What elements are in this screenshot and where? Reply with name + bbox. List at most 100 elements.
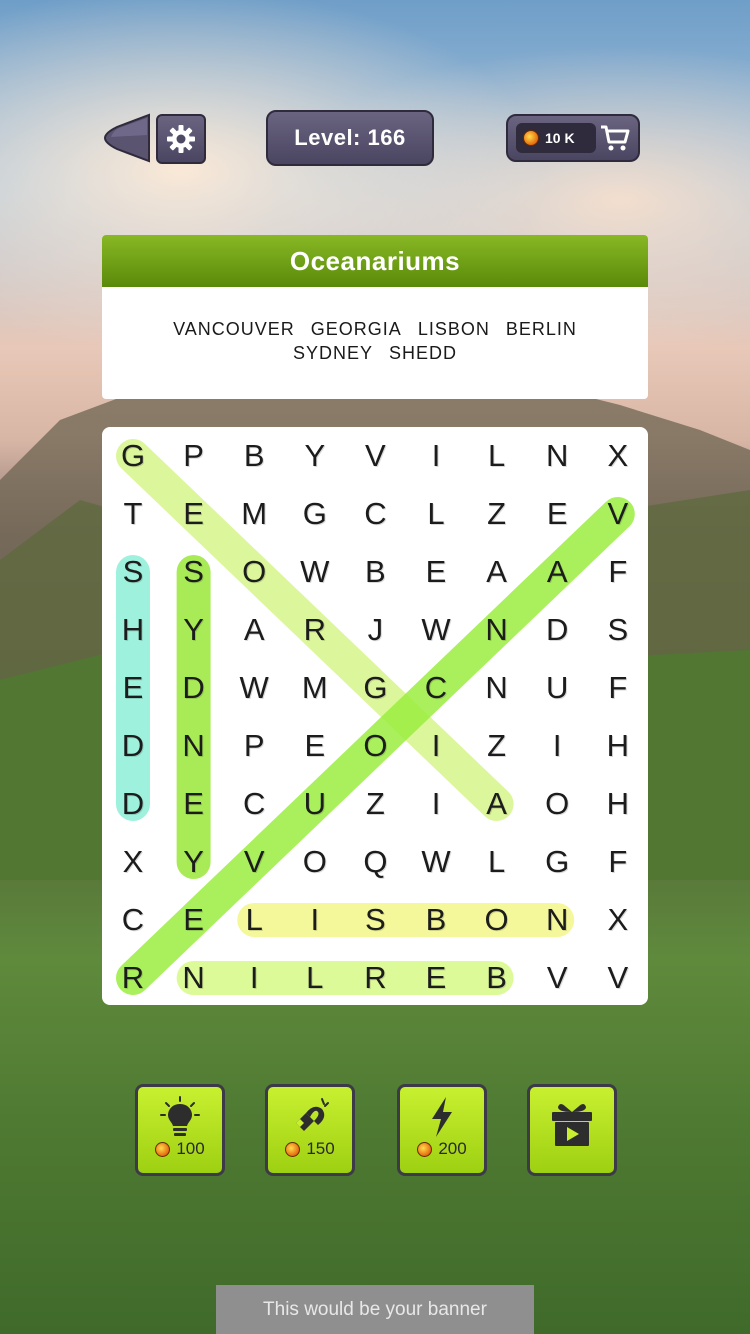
grid-cell[interactable]: D [103, 775, 163, 833]
grid-cell[interactable]: U [285, 775, 345, 833]
grid-cell[interactable]: R [345, 949, 405, 1005]
grid-cell[interactable]: T [103, 485, 163, 543]
letter-grid[interactable]: GPBYVILNXTEMGCLZEVSSOWBEAAFHYARJWNDSEDWM… [102, 427, 648, 1005]
grid-cell[interactable]: Q [345, 833, 405, 891]
grid-cell[interactable]: L [467, 427, 527, 485]
grid-cell[interactable]: V [527, 949, 587, 1005]
grid-cell[interactable]: Z [467, 717, 527, 775]
grid-cell[interactable]: F [588, 833, 648, 891]
grid-cell[interactable]: O [285, 833, 345, 891]
grid-cell[interactable]: M [285, 659, 345, 717]
grid-cell[interactable]: M [224, 485, 284, 543]
grid-cell[interactable]: H [588, 775, 648, 833]
grid-cell[interactable]: Y [164, 601, 224, 659]
ad-banner[interactable]: This would be your banner [216, 1285, 534, 1334]
grid-cell[interactable]: N [164, 949, 224, 1005]
grid-cell[interactable]: C [103, 891, 163, 949]
grid-cell[interactable]: A [224, 601, 284, 659]
grid-cell[interactable]: N [164, 717, 224, 775]
grid-cell[interactable]: F [588, 543, 648, 601]
grid-cell[interactable]: L [467, 833, 527, 891]
grid-cell[interactable]: V [224, 833, 284, 891]
grid-cell[interactable]: Y [164, 833, 224, 891]
grid-cell[interactable]: R [285, 601, 345, 659]
grid-cell[interactable]: I [406, 775, 466, 833]
grid-cell[interactable]: O [467, 891, 527, 949]
grid-cell[interactable]: G [527, 833, 587, 891]
grid-cell[interactable]: C [224, 775, 284, 833]
grid-cell[interactable]: E [285, 717, 345, 775]
grid-cell[interactable]: R [103, 949, 163, 1005]
grid-cell[interactable]: F [588, 659, 648, 717]
grid-cell[interactable]: W [224, 659, 284, 717]
grid-cell[interactable]: G [285, 485, 345, 543]
shopping-cart-icon[interactable] [600, 124, 630, 152]
grid-cell[interactable]: N [467, 601, 527, 659]
grid-cell[interactable]: L [406, 485, 466, 543]
grid-cell[interactable]: C [345, 485, 405, 543]
grid-cell[interactable]: O [224, 543, 284, 601]
grid-cell[interactable]: A [467, 775, 527, 833]
grid-cell[interactable]: I [406, 427, 466, 485]
grid-cell[interactable]: I [406, 717, 466, 775]
video-gift-button[interactable] [527, 1084, 617, 1176]
grid-cell[interactable]: S [588, 601, 648, 659]
grid-cell[interactable]: V [588, 485, 648, 543]
grid-cell[interactable]: E [406, 949, 466, 1005]
grid-cell[interactable]: Y [285, 427, 345, 485]
grid-cell[interactable]: P [224, 717, 284, 775]
grid-cell[interactable]: P [164, 427, 224, 485]
grid-cell[interactable]: O [527, 775, 587, 833]
grid-cell[interactable]: Z [345, 775, 405, 833]
lightning-powerup-button[interactable]: 200 [397, 1084, 487, 1176]
grid-cell[interactable]: G [103, 427, 163, 485]
grid-cell[interactable]: E [164, 891, 224, 949]
grid-cell[interactable]: C [406, 659, 466, 717]
grid-cell[interactable]: W [285, 543, 345, 601]
grid-cell[interactable]: W [406, 601, 466, 659]
grid-cell[interactable]: A [467, 543, 527, 601]
grid-cell[interactable]: E [164, 485, 224, 543]
grid-cell[interactable]: B [467, 949, 527, 1005]
grid-cell[interactable]: U [527, 659, 587, 717]
grid-cell[interactable]: X [103, 833, 163, 891]
grid-cell[interactable]: E [164, 775, 224, 833]
grid-cell[interactable]: S [164, 543, 224, 601]
grid-cell[interactable]: A [527, 543, 587, 601]
grid-cell[interactable]: I [224, 949, 284, 1005]
grid-cell[interactable]: D [164, 659, 224, 717]
grid-cell[interactable]: E [527, 485, 587, 543]
grid-cell[interactable]: D [527, 601, 587, 659]
grid-cell[interactable]: V [345, 427, 405, 485]
grid-cell[interactable]: N [527, 891, 587, 949]
grid-cell[interactable]: H [103, 601, 163, 659]
grid-cell[interactable]: X [588, 427, 648, 485]
grid-cell[interactable]: I [527, 717, 587, 775]
grid-cell[interactable]: N [527, 427, 587, 485]
grid-cell[interactable]: E [103, 659, 163, 717]
grid-cell[interactable]: S [345, 891, 405, 949]
grid-cell[interactable]: B [406, 891, 466, 949]
grid-cell[interactable]: B [345, 543, 405, 601]
grid-cell[interactable]: E [406, 543, 466, 601]
grid-cell[interactable]: S [103, 543, 163, 601]
grid-cell[interactable]: N [467, 659, 527, 717]
grid-cell[interactable]: B [224, 427, 284, 485]
grid-cell[interactable]: H [588, 717, 648, 775]
grid-cell[interactable]: O [345, 717, 405, 775]
grid-cell[interactable]: G [345, 659, 405, 717]
grid-cell[interactable]: D [103, 717, 163, 775]
grid-cell[interactable]: Z [467, 485, 527, 543]
hint-powerup-button[interactable]: 100 [135, 1084, 225, 1176]
grid-cell[interactable]: L [285, 949, 345, 1005]
magnet-powerup-button[interactable]: 150 [265, 1084, 355, 1176]
grid-cell[interactable]: I [285, 891, 345, 949]
settings-button[interactable] [156, 114, 206, 164]
grid-cells[interactable]: GPBYVILNXTEMGCLZEVSSOWBEAAFHYARJWNDSEDWM… [102, 427, 648, 1005]
grid-cell[interactable]: X [588, 891, 648, 949]
back-button[interactable] [103, 113, 151, 163]
grid-cell[interactable]: J [345, 601, 405, 659]
grid-cell[interactable]: V [588, 949, 648, 1005]
coins-shop-panel[interactable]: 10 K [506, 114, 640, 162]
grid-cell[interactable]: L [224, 891, 284, 949]
